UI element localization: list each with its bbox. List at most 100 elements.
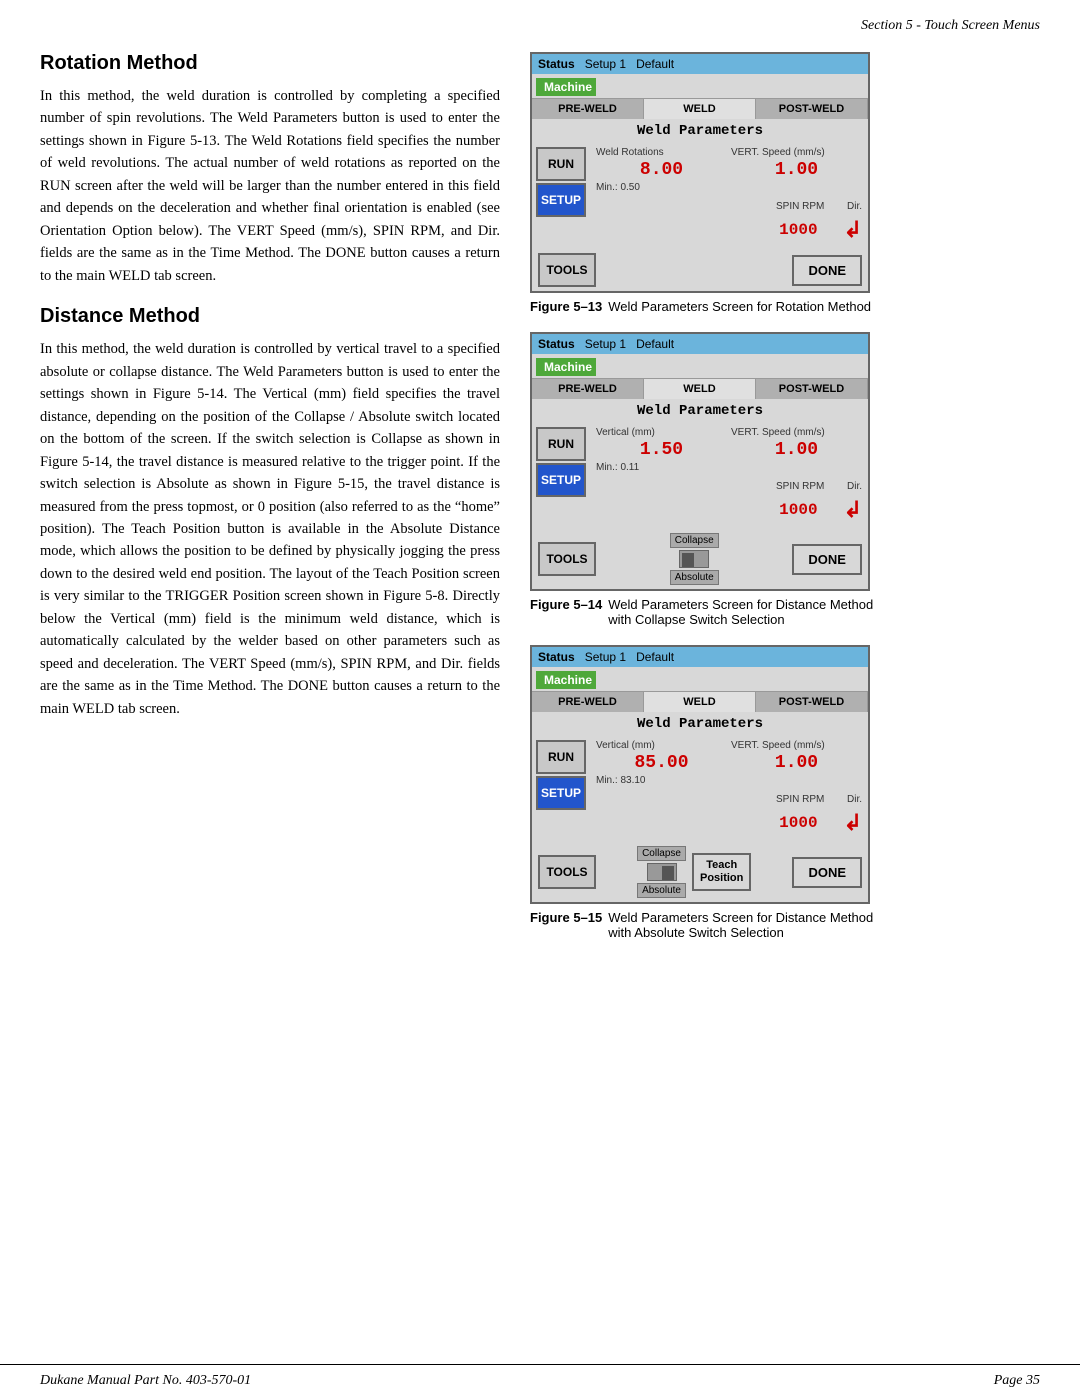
left-buttons-14: RUN SETUP xyxy=(532,423,590,525)
tab-weld-14[interactable]: WELD xyxy=(644,379,756,399)
dir-label-14: Dir. xyxy=(847,481,862,492)
machine-tab-14[interactable]: Machine xyxy=(536,358,596,376)
field2-label-13: VERT. Speed (mm/s) xyxy=(731,147,862,158)
status-label-14: Status xyxy=(538,337,575,351)
tools-btn-15[interactable]: TOOLS xyxy=(538,855,596,889)
figure-15: Status Setup 1 Default Machine PRE-WELD … xyxy=(530,645,890,940)
spin-row-13: SPIN RPM Dir. xyxy=(590,197,868,215)
switch-track-14[interactable] xyxy=(679,550,709,568)
tab-row-14: PRE-WELD WELD POST-WELD xyxy=(532,378,868,399)
figure-15-caption: Figure 5–15 Weld Parameters Screen for D… xyxy=(530,910,890,940)
left-buttons-15: RUN SETUP xyxy=(532,736,590,838)
dir-label-15: Dir. xyxy=(847,794,862,805)
screen-content-15: RUN SETUP Vertical (mm) 85.00 Min.: 83.1… xyxy=(532,736,868,838)
page-footer: Dukane Manual Part No. 403-570-01 Page 3… xyxy=(0,1364,1080,1397)
machine-tab-13[interactable]: Machine xyxy=(536,78,596,96)
main-area-13: Weld Rotations 8.00 Min.: 0.50 VERT. Spe… xyxy=(590,143,868,245)
tools-btn-14[interactable]: TOOLS xyxy=(538,542,596,576)
spin-value-13: 1000 xyxy=(779,221,817,239)
page-header: Section 5 - Touch Screen Menus xyxy=(0,0,1080,42)
spin-rpm-label-15: SPIN RPM xyxy=(776,794,824,805)
weld-params-header-13: Weld Parameters xyxy=(532,119,868,143)
dir-arrow-15: ↲ xyxy=(844,810,862,836)
field1-value-13: 8.00 xyxy=(596,160,727,180)
params-grid-13: Weld Rotations 8.00 Min.: 0.50 VERT. Spe… xyxy=(590,143,868,197)
setup-btn-14[interactable]: SETUP xyxy=(536,463,586,497)
field2-value-14: 1.00 xyxy=(731,440,862,460)
status-label-15: Status xyxy=(538,650,575,664)
collapse-switch-15[interactable]: Collapse Absolute xyxy=(637,846,686,898)
screen-panel-13: Status Setup 1 Default Machine PRE-WELD … xyxy=(530,52,870,293)
field1-label-15: Vertical (mm) xyxy=(596,740,727,751)
figure-15-label: Figure 5–15 xyxy=(530,910,602,940)
screen-content-14: RUN SETUP Vertical (mm) 1.50 Min.: 0.11 xyxy=(532,423,868,525)
tab-weld-15[interactable]: WELD xyxy=(644,692,756,712)
min-15: Min.: 83.10 xyxy=(596,775,727,786)
field1-label-13: Weld Rotations xyxy=(596,147,727,158)
tools-btn-13[interactable]: TOOLS xyxy=(538,253,596,287)
figure-14-caption: Figure 5–14 Weld Parameters Screen for D… xyxy=(530,597,890,627)
field1-value-15: 85.00 xyxy=(596,753,727,773)
tab-postweld-13[interactable]: POST-WELD xyxy=(756,99,868,119)
done-btn-13[interactable]: DONE xyxy=(792,255,862,286)
figure-14-caption-text: Weld Parameters Screen for Distance Meth… xyxy=(608,597,890,627)
figure-13-caption-text: Weld Parameters Screen for Rotation Meth… xyxy=(608,299,871,314)
setup-btn-15[interactable]: SETUP xyxy=(536,776,586,810)
header-text: Section 5 - Touch Screen Menus xyxy=(861,18,1040,33)
weld-params-header-15: Weld Parameters xyxy=(532,712,868,736)
field2-label-14: VERT. Speed (mm/s) xyxy=(731,427,862,438)
figure-13: Status Setup 1 Default Machine PRE-WELD … xyxy=(530,52,890,314)
tab-preweld-14[interactable]: PRE-WELD xyxy=(532,379,644,399)
left-column: Rotation Method In this method, the weld… xyxy=(40,52,500,940)
dir-label-13: Dir. xyxy=(847,201,862,212)
right-column: Status Setup 1 Default Machine PRE-WELD … xyxy=(530,52,890,940)
done-btn-15[interactable]: DONE xyxy=(792,857,862,888)
field1-value-14: 1.50 xyxy=(596,440,727,460)
bottom-bar-15: TOOLS Collapse Absolute TeachPosition DO… xyxy=(532,842,868,902)
collapse-switch-14[interactable]: Collapse Absolute xyxy=(670,533,719,585)
min-14: Min.: 0.11 xyxy=(596,462,727,473)
left-buttons-13: RUN SETUP xyxy=(532,143,590,245)
tab-postweld-15[interactable]: POST-WELD xyxy=(756,692,868,712)
screen-content-13: RUN SETUP Weld Rotations 8.00 Min.: 0.50 xyxy=(532,143,868,245)
tab-preweld-13[interactable]: PRE-WELD xyxy=(532,99,644,119)
spin-val-row-15: 1000 ↲ xyxy=(590,808,868,838)
switch-track-15[interactable] xyxy=(647,863,677,881)
weld-params-header-14: Weld Parameters xyxy=(532,399,868,423)
tab-postweld-14[interactable]: POST-WELD xyxy=(756,379,868,399)
run-btn-15[interactable]: RUN xyxy=(536,740,586,774)
figure-15-caption-text: Weld Parameters Screen for Distance Meth… xyxy=(608,910,890,940)
absolute-label-14: Absolute xyxy=(670,570,719,585)
tab-row-15: PRE-WELD WELD POST-WELD xyxy=(532,691,868,712)
main-area-14: Vertical (mm) 1.50 Min.: 0.11 VERT. Spee… xyxy=(590,423,868,525)
spin-rpm-label-14: SPIN RPM xyxy=(776,481,824,492)
param-speed-14: VERT. Speed (mm/s) 1.00 xyxy=(731,427,862,473)
spin-value-14: 1000 xyxy=(779,501,817,519)
setup-label-14: Setup 1 xyxy=(585,337,626,351)
done-btn-14[interactable]: DONE xyxy=(792,544,862,575)
figure-14: Status Setup 1 Default Machine PRE-WELD … xyxy=(530,332,890,627)
switch-knob-14 xyxy=(682,553,694,567)
spin-value-15: 1000 xyxy=(779,814,817,832)
setup-label-13: Setup 1 xyxy=(585,57,626,71)
param-vert-col-15: Vertical (mm) 85.00 Min.: 83.10 xyxy=(596,740,727,786)
bottom-bar-13: TOOLS DONE xyxy=(532,249,868,291)
footer-right: Page 35 xyxy=(994,1373,1040,1389)
tab-weld-13[interactable]: WELD xyxy=(644,99,756,119)
main-area-15: Vertical (mm) 85.00 Min.: 83.10 VERT. Sp… xyxy=(590,736,868,838)
dir-arrow-13: ↲ xyxy=(844,217,862,243)
run-btn-14[interactable]: RUN xyxy=(536,427,586,461)
rotation-method-body: In this method, the weld duration is con… xyxy=(40,85,500,287)
machine-tab-15[interactable]: Machine xyxy=(536,671,596,689)
run-btn-13[interactable]: RUN xyxy=(536,147,586,181)
screen-top-bar-13: Status Setup 1 Default xyxy=(532,54,868,74)
distance-method-body: In this method, the weld duration is con… xyxy=(40,338,500,720)
tab-preweld-15[interactable]: PRE-WELD xyxy=(532,692,644,712)
dir-arrow-14: ↲ xyxy=(844,497,862,523)
collapse-label-15: Collapse xyxy=(637,846,686,861)
switch-knob-15 xyxy=(662,866,674,880)
params-grid-14: Vertical (mm) 1.50 Min.: 0.11 VERT. Spee… xyxy=(590,423,868,477)
setup-btn-13[interactable]: SETUP xyxy=(536,183,586,217)
default-label-14: Default xyxy=(636,337,674,351)
teach-position-button[interactable]: TeachPosition xyxy=(692,853,751,891)
